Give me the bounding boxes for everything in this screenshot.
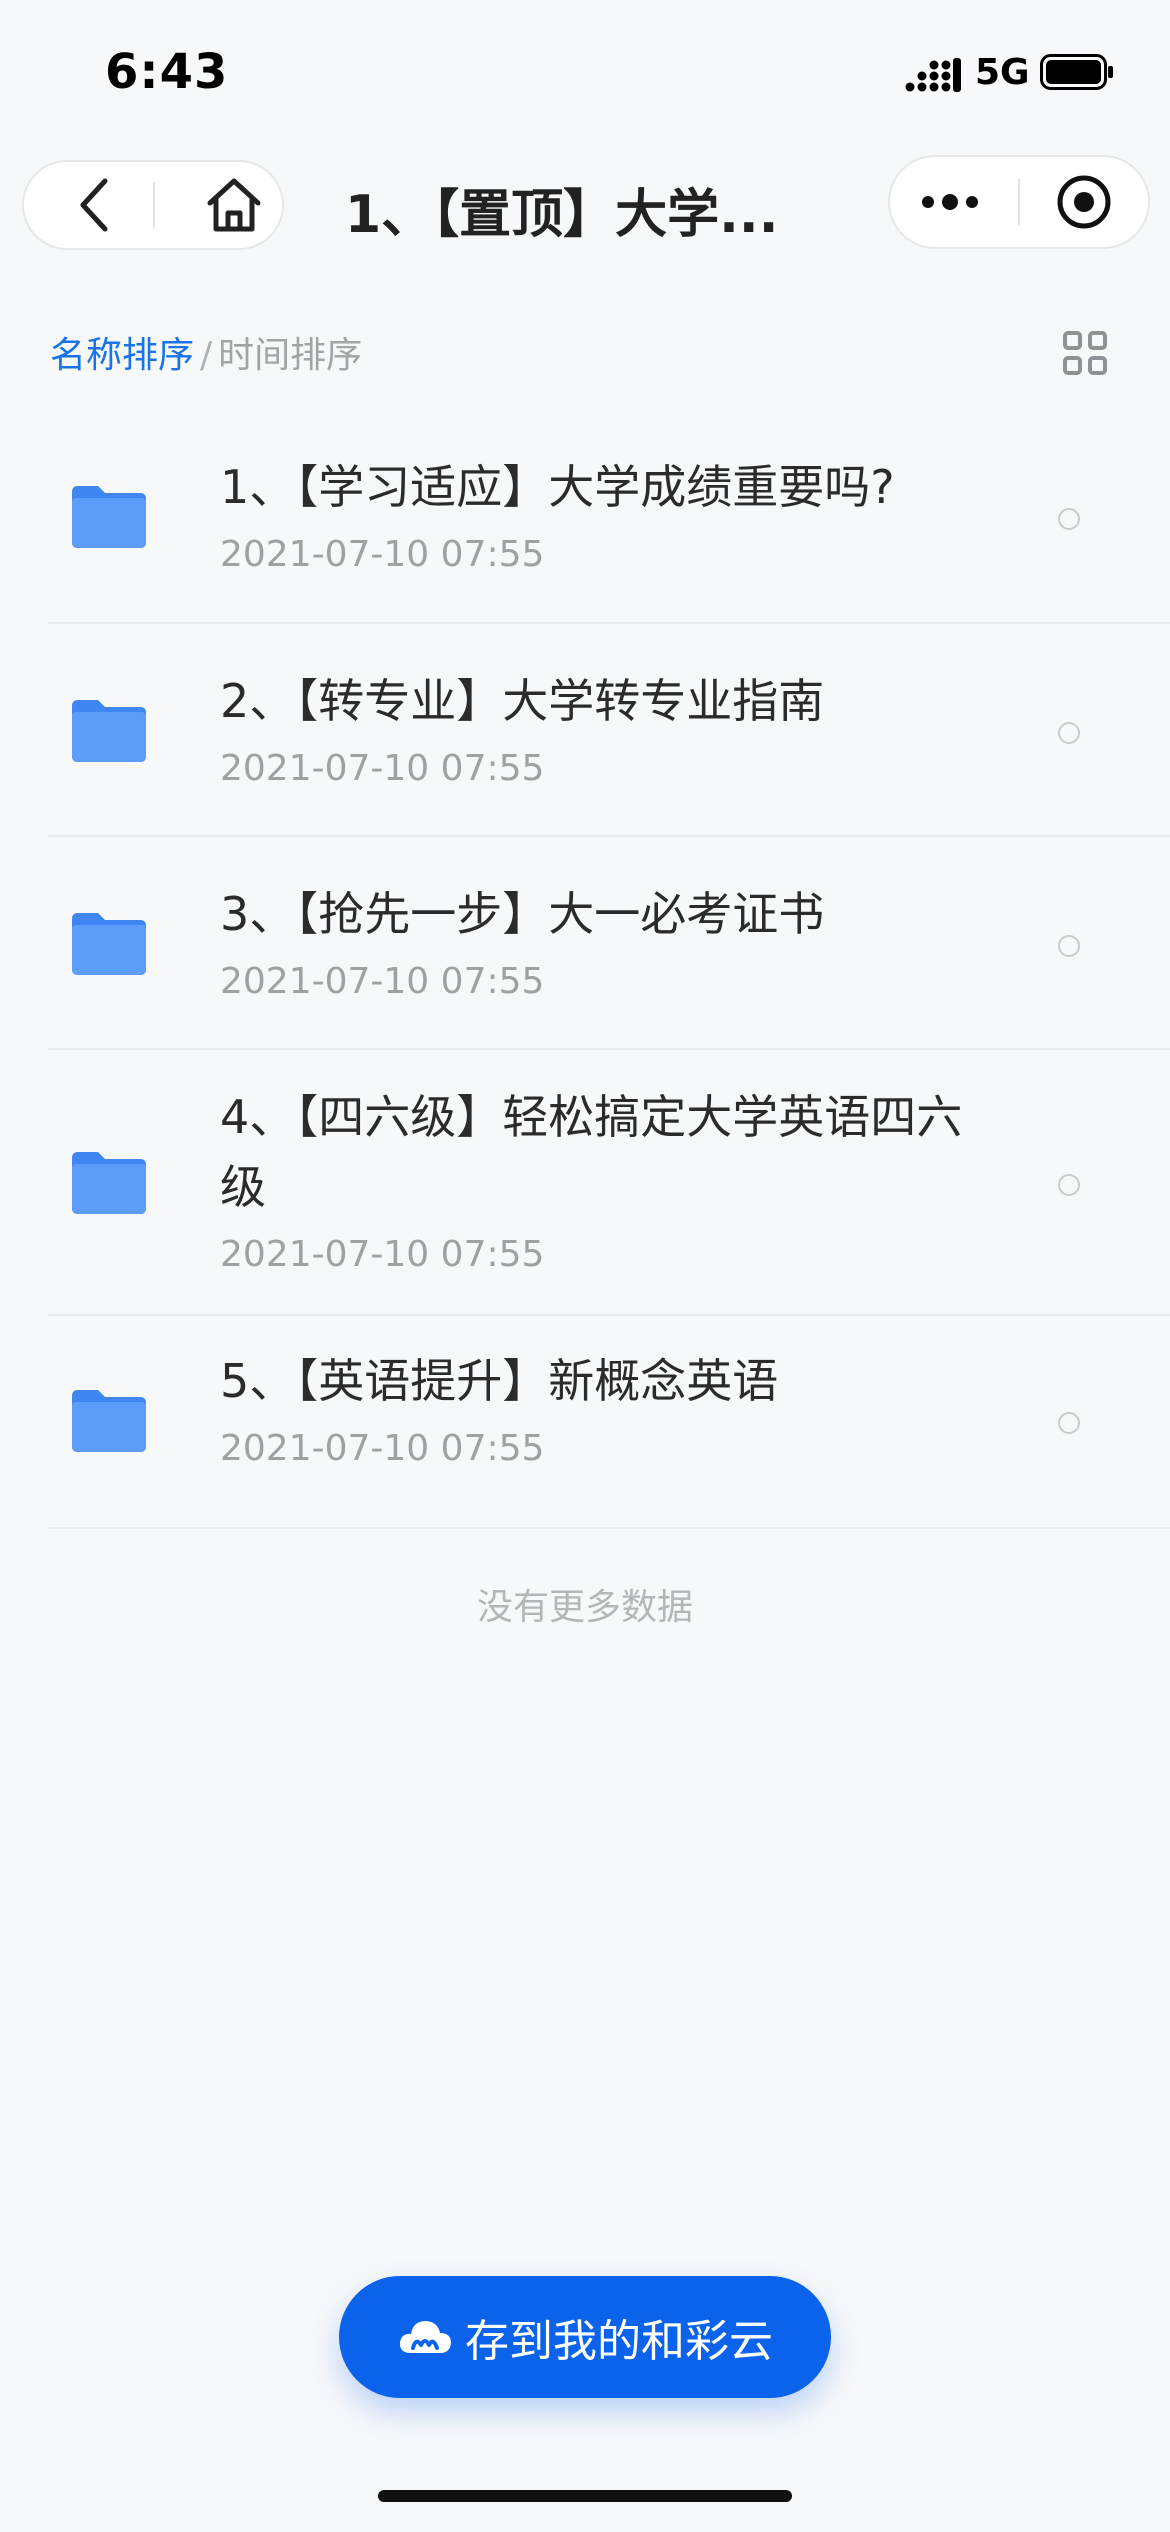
status-bar: 6:43 5G [0,0,1170,140]
more-dots-icon [922,194,978,210]
sort-bar: 名称排序 / 时间排序 [50,326,362,378]
folder-icon [72,1390,146,1452]
list-item[interactable]: 3、【抢先一步】大一必考证书 2021-07-10 07:55 [48,837,1170,1050]
no-more-data-text: 没有更多数据 [476,1587,693,1628]
capsule-divider [1018,179,1020,225]
item-title: 5、【英语提升】新概念英语 [220,1354,779,1408]
item-time: 2021-07-10 07:55 [220,534,545,575]
folder-icon [72,1152,146,1214]
select-radio[interactable] [1058,1174,1080,1196]
home-button[interactable] [174,162,294,248]
home-indicator [378,2490,792,2502]
save-button-label: 存到我的和彩云 [465,2316,773,2367]
item-title: 4、【四六级】轻松搞定大学英语四六级 [220,1090,963,1214]
page-title: 1、【置顶】大学... [345,185,779,242]
network-type: 5G [975,52,1030,93]
item-time: 2021-07-10 07:55 [220,1428,545,1469]
list-item[interactable]: 5、【英语提升】新概念英语 2021-07-10 07:55 [48,1316,1170,1529]
item-time: 2021-07-10 07:55 [220,961,545,1002]
more-button[interactable] [890,157,1010,247]
item-title: 1、【学习适应】大学成绩重要吗? [220,460,895,514]
back-button[interactable] [34,162,154,248]
sort-divider: / [200,335,213,376]
item-time: 2021-07-10 07:55 [220,1234,545,1275]
battery-icon [1040,54,1113,90]
nav-capsule-left [22,160,284,250]
list-item[interactable]: 1、【学习适应】大学成绩重要吗? 2021-07-10 07:55 [48,410,1170,624]
sort-by-time-link[interactable]: 时间排序 [218,335,362,376]
cloud-icon [399,2321,451,2353]
select-radio[interactable] [1058,1412,1080,1434]
item-title: 3、【抢先一步】大一必考证书 [220,887,825,941]
target-icon [1057,175,1111,229]
capsule-divider [153,182,155,228]
folder-icon [72,700,146,762]
file-list: 1、【学习适应】大学成绩重要吗? 2021-07-10 07:55 2、【转专业… [48,410,1170,1529]
list-item[interactable]: 2、【转专业】大学转专业指南 2021-07-10 07:55 [48,624,1170,837]
close-miniprogram-button[interactable] [1024,157,1144,247]
item-time: 2021-07-10 07:55 [220,748,545,789]
chevron-left-icon [80,178,108,232]
sort-by-name-link[interactable]: 名称排序 [50,335,194,376]
folder-icon [72,486,146,548]
select-radio[interactable] [1058,508,1080,530]
list-item[interactable]: 4、【四六级】轻松搞定大学英语四六级 2021-07-10 07:55 [48,1050,1170,1316]
signal-icon [905,58,961,92]
select-radio[interactable] [1058,722,1080,744]
home-icon [207,178,261,232]
save-to-cloud-button[interactable]: 存到我的和彩云 [339,2276,831,2398]
grid-view-icon[interactable] [1062,330,1108,376]
item-title: 2、【转专业】大学转专业指南 [220,674,825,728]
folder-icon [72,913,146,975]
select-radio[interactable] [1058,935,1080,957]
nav-capsule-right [888,155,1150,249]
status-time: 6:43 [105,44,229,100]
